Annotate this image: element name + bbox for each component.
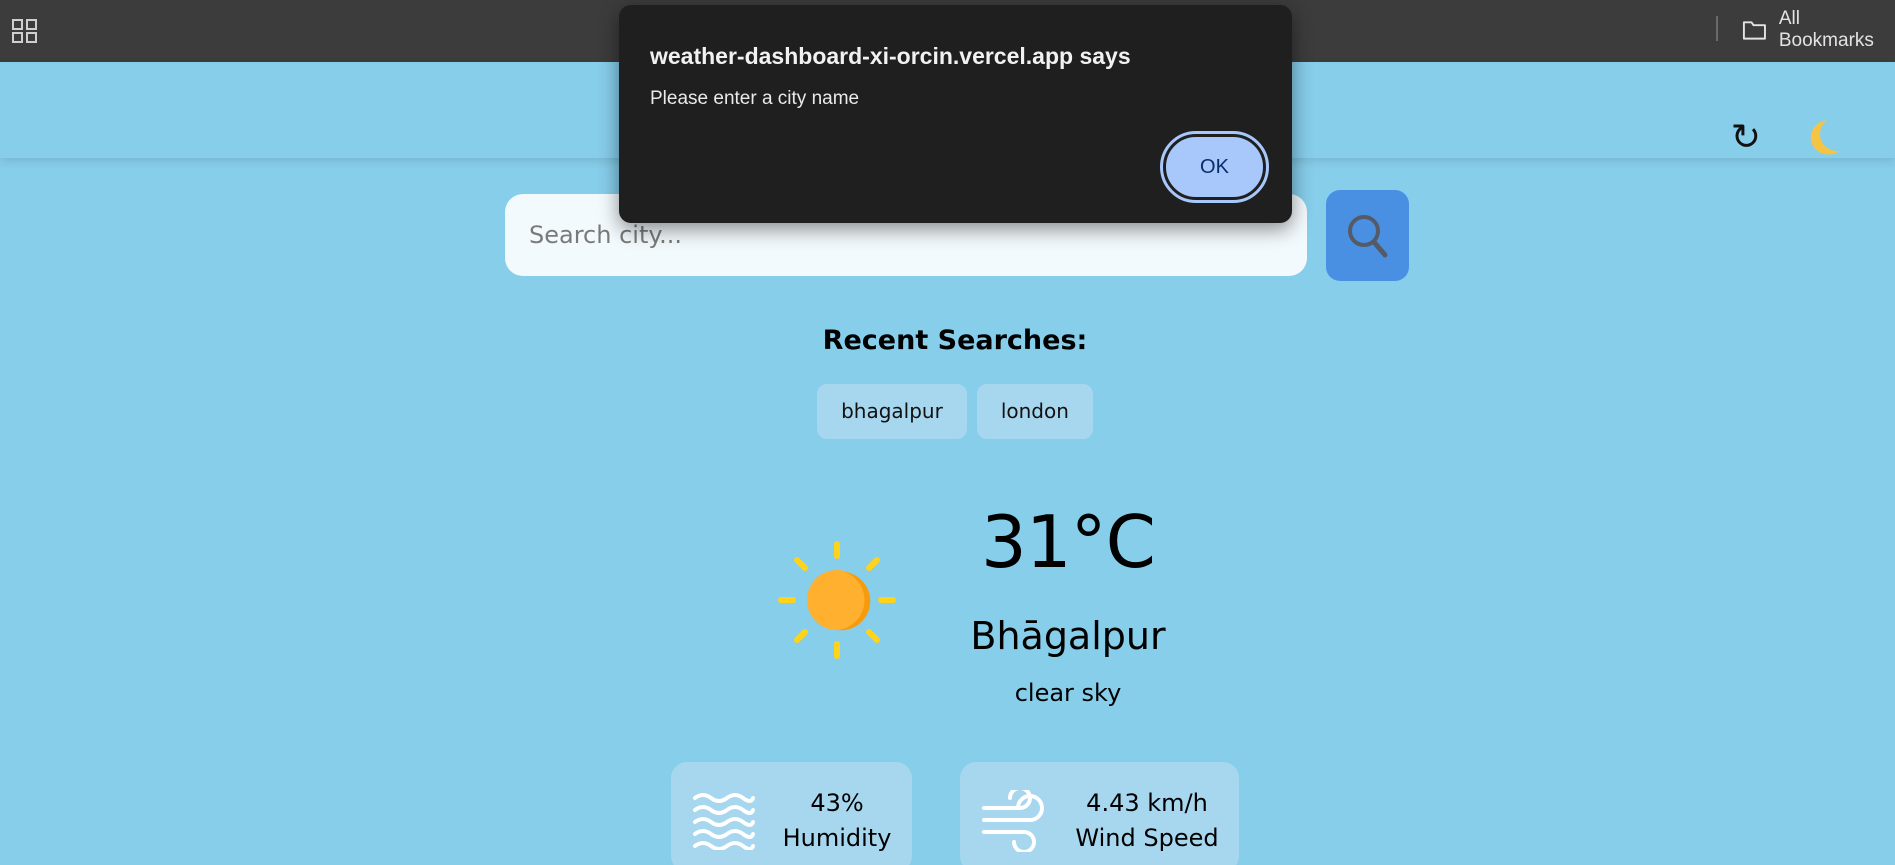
all-bookmarks-label: All Bookmarks xyxy=(1778,8,1874,51)
all-bookmarks-button[interactable]: All Bookmarks xyxy=(1742,8,1895,51)
bar-divider xyxy=(1716,16,1718,41)
recent-searches-list: bhagalpur london xyxy=(0,384,1895,439)
wind-icon xyxy=(982,790,1044,852)
refresh-button[interactable]: ↻ xyxy=(1726,113,1766,163)
wind-label: Wind Speed xyxy=(1075,824,1219,852)
weather-description: clear sky xyxy=(1014,679,1122,707)
city-name: Bhāgalpur xyxy=(970,614,1166,658)
temperature: 31°C xyxy=(981,500,1156,584)
humidity-card: 43% Humidity xyxy=(671,762,912,865)
apps-grid-icon[interactable] xyxy=(12,19,38,43)
search-icon xyxy=(1347,214,1387,257)
recent-search-bhagalpur[interactable]: bhagalpur xyxy=(817,384,967,439)
wind-text: 4.43 km/h Wind Speed xyxy=(1064,786,1230,856)
dialog-message: Please enter a city name xyxy=(650,88,860,109)
humidity-value: 43% xyxy=(810,789,864,817)
alert-dialog: weather-dashboard-xi-orcin.vercel.app sa… xyxy=(619,5,1292,223)
dialog-title: weather-dashboard-xi-orcin.vercel.app sa… xyxy=(650,43,1131,69)
wind-card: 4.43 km/h Wind Speed xyxy=(960,762,1239,865)
wind-value: 4.43 km/h xyxy=(1086,789,1208,817)
humidity-label: Humidity xyxy=(782,824,892,852)
recent-searches-title: Recent Searches: xyxy=(822,325,1088,356)
humidity-waves-icon xyxy=(693,793,755,850)
sun-icon xyxy=(778,541,896,659)
humidity-text: 43% Humidity xyxy=(775,786,899,856)
folder-icon xyxy=(1742,21,1766,40)
dialog-ok-button[interactable]: OK xyxy=(1160,131,1269,203)
recent-search-london[interactable]: london xyxy=(976,384,1093,439)
search-button[interactable] xyxy=(1326,190,1409,281)
moon-icon[interactable] xyxy=(1800,114,1844,162)
